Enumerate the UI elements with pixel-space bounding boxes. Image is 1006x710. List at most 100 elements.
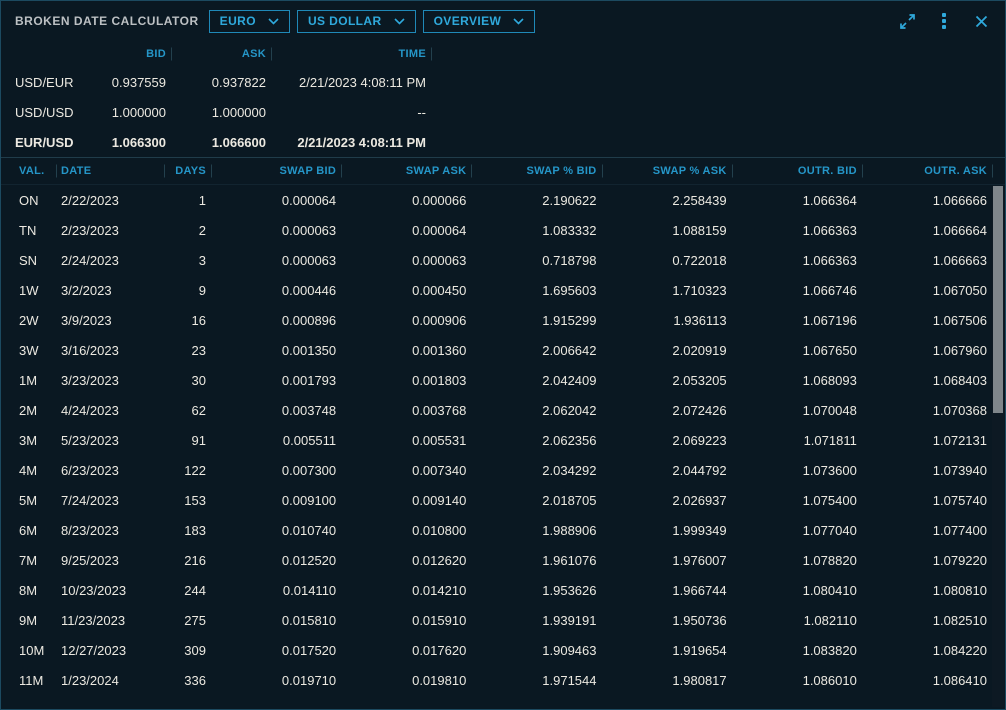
table-row[interactable]: 8M10/23/20232440.0141100.0142101.9536261… (1, 575, 1005, 605)
table-cell: 0.000064 (206, 193, 336, 208)
more-options-button[interactable] (934, 11, 954, 31)
table-cell: 4M (1, 463, 51, 478)
table-cell: 1.066363 (727, 223, 857, 238)
table-cell: 0.019810 (336, 673, 466, 688)
table-cell: 1.071811 (727, 433, 857, 448)
table-cell: 0.000450 (336, 283, 466, 298)
table-cell: 0.017520 (206, 643, 336, 658)
time-value: 2/21/2023 4:08:11 PM (266, 135, 426, 150)
chevron-down-icon (513, 18, 524, 25)
bid-value: 1.066300 (96, 135, 166, 150)
table-row[interactable]: 5M7/24/20231530.0091000.0091402.0187052.… (1, 485, 1005, 515)
table-cell: 0.014110 (206, 583, 336, 598)
table-column-header: OUTR. BID (727, 165, 857, 177)
table-cell: 2.072426 (597, 403, 727, 418)
table-cell: 0.000446 (206, 283, 336, 298)
table-cell: 275 (159, 613, 206, 628)
window-controls (897, 11, 991, 31)
table-cell: 2.026937 (597, 493, 727, 508)
table-cell: 16 (159, 313, 206, 328)
table-row[interactable]: TN2/23/202320.0000630.0000641.0833321.08… (1, 215, 1005, 245)
table-cell: 0.014210 (336, 583, 466, 598)
dropdown-euro[interactable]: EURO (209, 10, 290, 33)
quote-row-usd-eur: USD/EUR0.9375590.9378222/21/2023 4:08:11… (1, 67, 1005, 97)
table-row[interactable]: SN2/24/202330.0000630.0000630.7187980.72… (1, 245, 1005, 275)
table-cell: 10/23/2023 (51, 583, 159, 598)
table-cell: 0.012620 (336, 553, 466, 568)
table-cell: 1.068093 (727, 373, 857, 388)
table-row[interactable]: 4M6/23/20231220.0073000.0073402.0342922.… (1, 455, 1005, 485)
table-cell: 2.062356 (466, 433, 596, 448)
table-cell: 1.075740 (857, 493, 987, 508)
table-row[interactable]: 9M11/23/20232750.0158100.0159101.9391911… (1, 605, 1005, 635)
table-cell: 0.005531 (336, 433, 466, 448)
table-cell: 1.936113 (597, 313, 727, 328)
table-column-header: SWAP ASK (336, 165, 466, 177)
table-cell: 1.067050 (857, 283, 987, 298)
dropdown-overview[interactable]: OVERVIEW (423, 10, 536, 33)
expand-button[interactable] (897, 11, 917, 31)
table-row[interactable]: 3M5/23/2023910.0055110.0055312.0623562.0… (1, 425, 1005, 455)
table-cell: 1.073600 (727, 463, 857, 478)
table-cell: 0.001793 (206, 373, 336, 388)
table-cell: SN (1, 253, 51, 268)
expand-icon (899, 13, 916, 30)
table-cell: 10M (1, 643, 51, 658)
table-cell: 3/16/2023 (51, 343, 159, 358)
table-cell: 2/22/2023 (51, 193, 159, 208)
table-row[interactable]: 10M12/27/20233090.0175200.0176201.909463… (1, 635, 1005, 665)
table-cell: 122 (159, 463, 206, 478)
table-cell: 1.080810 (857, 583, 987, 598)
table-cell: 336 (159, 673, 206, 688)
table-cell: 1.695603 (466, 283, 596, 298)
table-cell: 1.086010 (727, 673, 857, 688)
currency-pair-label: USD/EUR (1, 75, 96, 90)
table-cell: 9M (1, 613, 51, 628)
table-cell: 1.073940 (857, 463, 987, 478)
table-column-header: VAL. (1, 165, 51, 177)
table-cell: 2 (159, 223, 206, 238)
table-cell: 2M (1, 403, 51, 418)
scrollbar-thumb[interactable] (993, 186, 1003, 413)
table-row[interactable]: 2M4/24/2023620.0037480.0037682.0620422.0… (1, 395, 1005, 425)
table-row[interactable]: 6M8/23/20231830.0107400.0108001.9889061.… (1, 515, 1005, 545)
table-column-header: OUTR. ASK (857, 165, 987, 177)
table-cell: 0.009140 (336, 493, 466, 508)
table-row[interactable]: 7M9/25/20232160.0125200.0126201.9610761.… (1, 545, 1005, 575)
table-row[interactable]: 11M1/23/20243360.0197100.0198101.9715441… (1, 665, 1005, 695)
table-cell: 23 (159, 343, 206, 358)
table-cell: 1.067506 (857, 313, 987, 328)
quotes-header: BIDASKTIME (1, 41, 1005, 67)
table-cell: 183 (159, 523, 206, 538)
table-cell: 2.034292 (466, 463, 596, 478)
vertical-scrollbar[interactable] (992, 186, 1004, 707)
close-icon (975, 15, 988, 28)
quotes-column-header: ASK (166, 48, 266, 60)
header-dropdowns: EURO US DOLLAR OVERVIEW (209, 10, 536, 33)
table-cell: 0.000066 (336, 193, 466, 208)
table-cell: 1.988906 (466, 523, 596, 538)
table-cell: 1.999349 (597, 523, 727, 538)
table-cell: 2.053205 (597, 373, 727, 388)
table-cell: 1.082110 (727, 613, 857, 628)
table-cell: 0.010800 (336, 523, 466, 538)
table-cell: 0.000064 (336, 223, 466, 238)
table-cell: 1.088159 (597, 223, 727, 238)
table-cell: 0.015810 (206, 613, 336, 628)
quotes-panel: BIDASKTIME USD/EUR0.9375590.9378222/21/2… (1, 41, 1005, 157)
table-cell: 1.067960 (857, 343, 987, 358)
table-cell: 0.000906 (336, 313, 466, 328)
table-cell: 1.083820 (727, 643, 857, 658)
table-cell: 0.017620 (336, 643, 466, 658)
table-cell: 2.018705 (466, 493, 596, 508)
table-cell: 1.980817 (597, 673, 727, 688)
dropdown-us-dollar[interactable]: US DOLLAR (297, 10, 416, 33)
table-row[interactable]: ON2/22/202310.0000640.0000662.1906222.25… (1, 185, 1005, 215)
table-row[interactable]: 1M3/23/2023300.0017930.0018032.0424092.0… (1, 365, 1005, 395)
table-row[interactable]: 2W3/9/2023160.0008960.0009061.9152991.93… (1, 305, 1005, 335)
close-button[interactable] (971, 11, 991, 31)
table-cell: 0.722018 (597, 253, 727, 268)
table-cell: 2.190622 (466, 193, 596, 208)
table-row[interactable]: 1W3/2/202390.0004460.0004501.6956031.710… (1, 275, 1005, 305)
table-row[interactable]: 3W3/16/2023230.0013500.0013602.0066422.0… (1, 335, 1005, 365)
